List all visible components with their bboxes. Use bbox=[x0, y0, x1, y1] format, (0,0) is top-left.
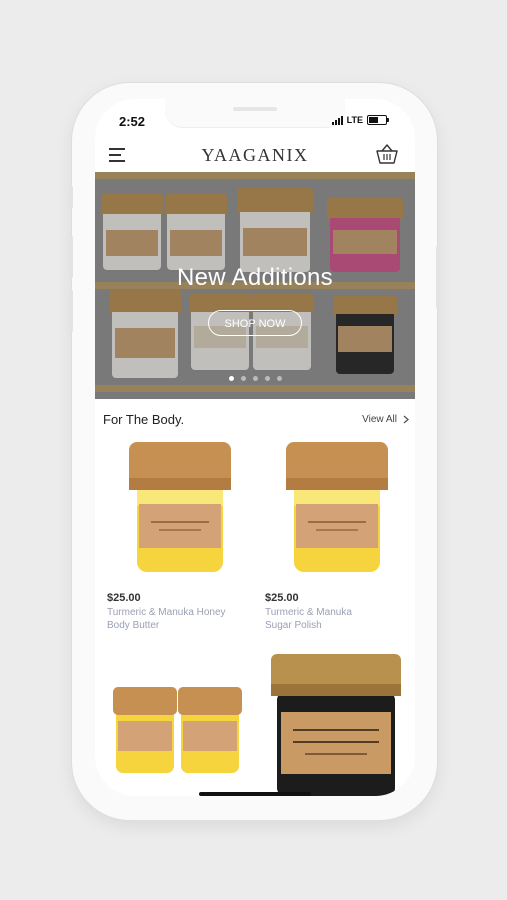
phone-notch bbox=[165, 99, 345, 127]
phone-volume-up bbox=[70, 236, 73, 278]
carousel-dot[interactable] bbox=[252, 376, 258, 381]
carousel-dot[interactable] bbox=[276, 376, 282, 381]
phone-power-button bbox=[436, 246, 439, 308]
product-price: $25.00 bbox=[265, 592, 299, 604]
status-indicators: LTE bbox=[331, 115, 389, 125]
network-label: LTE bbox=[346, 115, 363, 125]
battery-icon bbox=[367, 115, 389, 125]
signal-icon bbox=[331, 115, 343, 125]
banner-title: New Additions bbox=[177, 264, 333, 291]
carousel-dot[interactable] bbox=[240, 376, 246, 381]
status-time: 2:52 bbox=[119, 114, 146, 129]
brand-logo[interactable]: YAAGANIX bbox=[195, 144, 315, 166]
carousel-dots[interactable] bbox=[95, 376, 415, 381]
logo-text: YAAGANIX bbox=[201, 144, 309, 165]
product-name[interactable]: Turmeric & Manuka Sugar Polish bbox=[265, 606, 352, 632]
carousel-dot-active[interactable] bbox=[228, 376, 234, 381]
product-price: $25.00 bbox=[107, 592, 141, 604]
phone-side-button bbox=[70, 186, 73, 208]
product-name[interactable]: Turmeric & Manuka Honey Body Butter bbox=[107, 606, 226, 632]
product-image-gift-set[interactable] bbox=[113, 687, 245, 777]
product-name-line: Turmeric & Manuka bbox=[265, 607, 352, 618]
phone-volume-down bbox=[70, 290, 73, 332]
shop-now-button[interactable]: SHOP NOW bbox=[208, 310, 302, 336]
view-all-link[interactable]: View All bbox=[362, 414, 409, 425]
product-name-line: Sugar Polish bbox=[265, 620, 322, 631]
product-name-line: Body Butter bbox=[107, 620, 160, 631]
section-title: For The Body. bbox=[103, 412, 185, 427]
home-indicator[interactable] bbox=[199, 792, 311, 796]
view-all-label: View All bbox=[362, 414, 397, 425]
basket-icon[interactable] bbox=[375, 143, 399, 165]
product-image-sugar-polish[interactable] bbox=[286, 442, 388, 574]
hero-banner[interactable]: New Additions SHOP NOW bbox=[95, 172, 415, 399]
app-screen: 2:52 LTE YAAGANIX New Additions SHOP NOW… bbox=[95, 99, 415, 796]
product-image-body-butter[interactable] bbox=[129, 442, 231, 574]
chevron-right-icon bbox=[403, 415, 409, 424]
product-name-line: Turmeric & Manuka Honey bbox=[107, 607, 226, 618]
carousel-dot[interactable] bbox=[264, 376, 270, 381]
hamburger-menu-icon[interactable] bbox=[109, 148, 125, 162]
product-image-charcoal-scrub[interactable] bbox=[271, 654, 401, 796]
